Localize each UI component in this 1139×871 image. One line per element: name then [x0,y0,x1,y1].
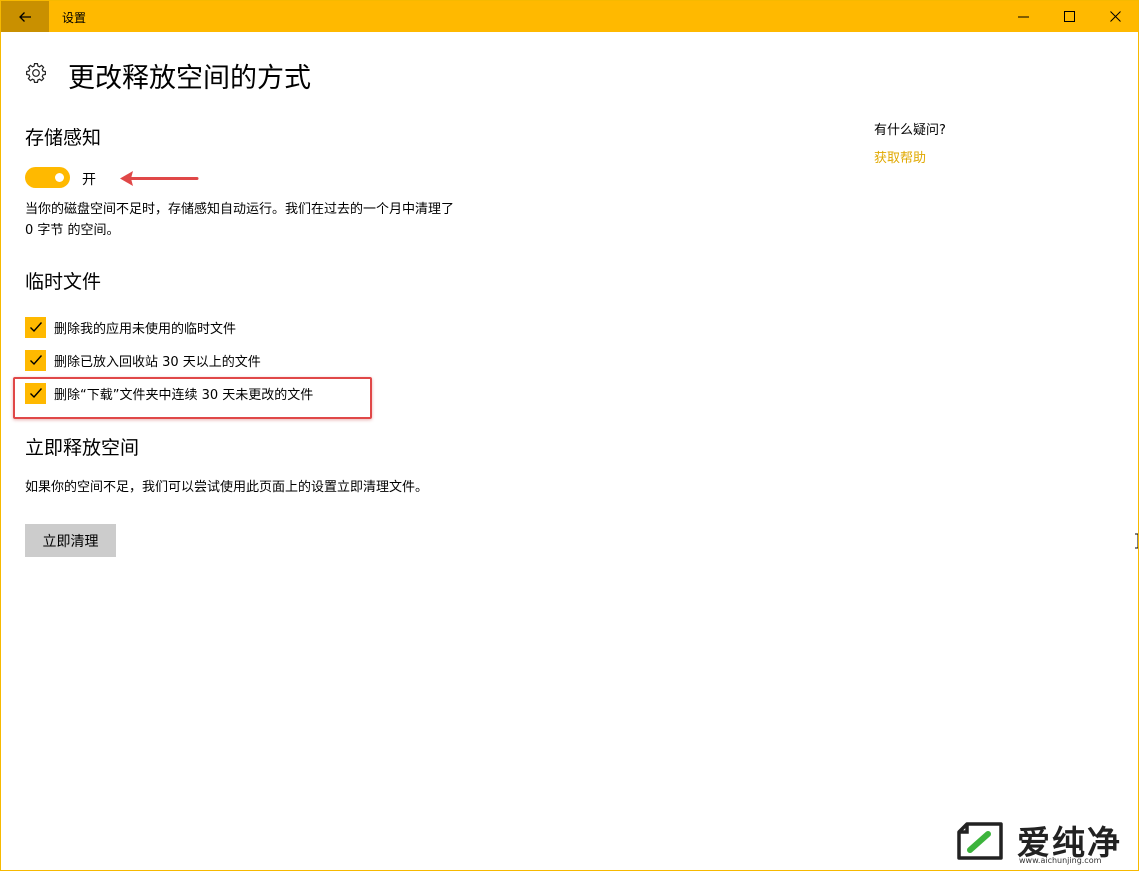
storage-sense-heading: 存储感知 [25,127,102,149]
temp-option-recycle-bin[interactable]: 删除已放入回收站 30 天以上的文件 [25,349,261,371]
checkbox-label: 删除已放入回收站 30 天以上的文件 [54,354,261,370]
clean-now-button[interactable]: 立即清理 [25,524,116,557]
toggle-knob [55,173,64,182]
red-highlight-annotation [13,377,372,419]
red-arrow-annotation-icon [120,171,199,186]
checkbox[interactable] [25,349,46,371]
free-now-heading: 立即释放空间 [25,437,140,459]
maximize-button[interactable] [1046,1,1092,32]
title-bar: 设置 [1,1,1138,32]
help-question: 有什么疑问? [874,123,946,138]
back-button[interactable] [1,1,49,32]
arrow-left-icon [19,11,31,22]
free-now-description: 如果你的空间不足，我们可以尝试使用此页面上的设置立即清理文件。 [25,480,429,495]
storage-sense-description: 当你的磁盘空间不足时，存储感知自动运行。我们在过去的一个月中清理了 0 字节 的… [25,202,455,238]
minimize-button[interactable] [1000,1,1046,32]
checkbox[interactable] [25,316,46,338]
page-title: 更改释放空间的方式 [68,63,311,94]
storage-sense-toggle[interactable] [25,167,70,188]
watermark-url: www.aichunjing.com [1019,856,1102,865]
cursor-bracket-icon [1135,533,1138,549]
window-title: 设置 [62,11,87,25]
gear-icon [26,63,46,83]
toggle-state-label: 开 [82,172,96,188]
checkmark-icon [29,355,42,366]
temp-option-unused-app-files[interactable]: 删除我的应用未使用的临时文件 [25,316,236,338]
minimize-icon [1017,16,1029,18]
settings-window: 设置 更改释放空间的方式 存储感知 开 当你的磁盘空间不足时，存储感知自动运行。… [0,0,1139,871]
watermark: 爱纯净 www.aichunjing.com [943,814,1138,870]
close-button[interactable] [1092,1,1138,32]
brand-logo-icon [957,822,1003,860]
checkbox-label: 删除我的应用未使用的临时文件 [54,321,237,337]
checkmark-icon [29,322,42,333]
maximize-icon [1063,11,1075,22]
close-icon [1109,11,1121,22]
get-help-link[interactable]: 获取帮助 [874,147,926,166]
temp-files-heading: 临时文件 [25,271,102,293]
